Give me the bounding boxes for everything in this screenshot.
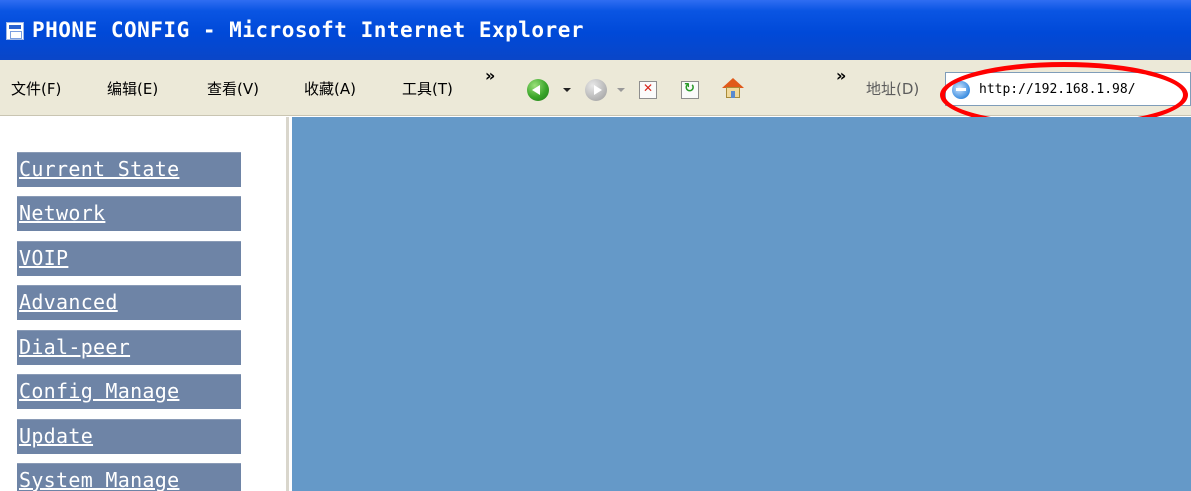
nav-item-update[interactable]: Update xyxy=(17,419,241,454)
nav-item-config-manage[interactable]: Config Manage xyxy=(17,374,241,409)
forward-arrow-icon[interactable] xyxy=(585,79,607,101)
back-dropdown-icon[interactable] xyxy=(563,88,571,92)
address-label: 地址(D) xyxy=(866,80,920,98)
window-title-bar: PHONE CONFIG - Microsoft Internet Explor… xyxy=(0,0,1191,60)
nav-frame: Current State Network VOIP Advanced Dial… xyxy=(0,117,289,491)
nav-link-system-manage[interactable]: System Manage xyxy=(19,468,179,491)
nav-link-current-state[interactable]: Current State xyxy=(19,157,179,181)
forward-dropdown-icon[interactable] xyxy=(617,88,625,92)
nav-item-network[interactable]: Network xyxy=(17,196,241,231)
window-page-icon xyxy=(6,22,24,40)
nav-link-voip[interactable]: VOIP xyxy=(19,246,68,270)
menu-view[interactable]: 查看(V) xyxy=(207,78,259,99)
home-icon[interactable] xyxy=(721,78,745,100)
nav-item-voip[interactable]: VOIP xyxy=(17,241,241,276)
refresh-icon[interactable] xyxy=(681,81,699,99)
nav-link-network[interactable]: Network xyxy=(19,201,105,225)
menu-file[interactable]: 文件(F) xyxy=(11,78,61,99)
toolbar-overflow-chevron[interactable]: » xyxy=(836,66,846,85)
window-title: PHONE CONFIG - Microsoft Internet Explor… xyxy=(32,18,585,42)
menu-favorites[interactable]: 收藏(A) xyxy=(304,78,356,99)
back-arrow-icon[interactable] xyxy=(527,79,549,101)
menu-edit[interactable]: 编辑(E) xyxy=(107,78,158,99)
nav-item-system-manage[interactable]: System Manage xyxy=(17,463,241,491)
nav-item-dial-peer[interactable]: Dial-peer xyxy=(17,330,241,365)
menu-tools[interactable]: 工具(T) xyxy=(402,78,453,99)
menu-overflow-chevron[interactable]: » xyxy=(485,66,495,85)
nav-link-dial-peer[interactable]: Dial-peer xyxy=(19,335,130,359)
nav-link-config-manage[interactable]: Config Manage xyxy=(19,379,179,403)
nav-link-update[interactable]: Update xyxy=(19,424,93,448)
stop-icon[interactable] xyxy=(639,81,657,99)
content-frame xyxy=(292,117,1191,491)
nav-link-advanced[interactable]: Advanced xyxy=(19,290,118,314)
nav-item-advanced[interactable]: Advanced xyxy=(17,285,241,320)
nav-item-current-state[interactable]: Current State xyxy=(17,152,241,187)
